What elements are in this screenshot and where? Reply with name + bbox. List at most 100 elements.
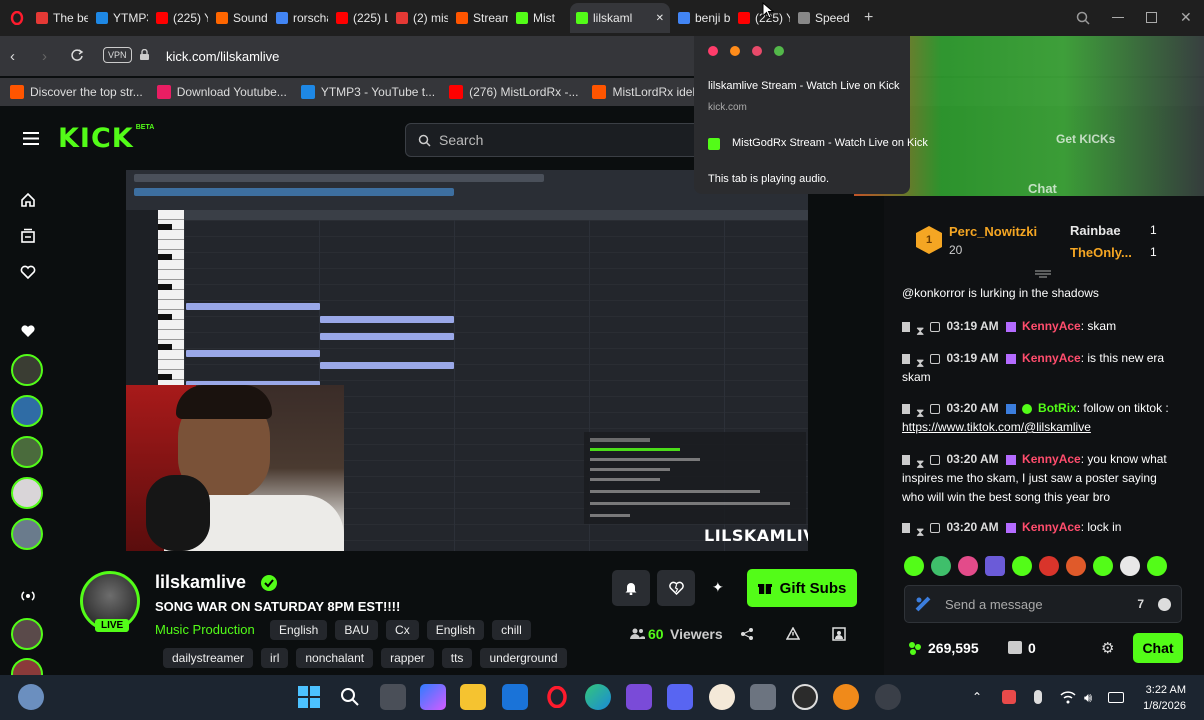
- emote-icon[interactable]: [985, 556, 1005, 576]
- followed-channel-avatar[interactable]: [11, 477, 43, 509]
- browse-icon[interactable]: [14, 222, 42, 250]
- trash-icon[interactable]: [902, 522, 910, 533]
- paint-icon[interactable]: [709, 684, 735, 710]
- emote-icon[interactable]: [1066, 556, 1086, 576]
- extension-icon[interactable]: [915, 596, 931, 612]
- close-tab-icon[interactable]: ✕: [656, 13, 664, 24]
- bookmark-item[interactable]: YTMP3 - YouTube t...: [300, 85, 435, 99]
- popup-other-tab[interactable]: MistGodRx Stream - Watch Live on Kick: [732, 137, 928, 149]
- stream-tag[interactable]: rapper: [381, 648, 434, 668]
- browser-tab[interactable]: benji b: [672, 3, 730, 33]
- reload-icon[interactable]: [70, 48, 84, 62]
- gift-subs-button[interactable]: Gift Subs: [747, 569, 857, 607]
- stream-tag[interactable]: English: [426, 620, 485, 640]
- wifi-icon[interactable]: [1060, 690, 1076, 704]
- outlook-icon[interactable]: [502, 684, 528, 710]
- browser-tab[interactable]: Mist: [510, 3, 568, 33]
- message-user[interactable]: BotRix: [1038, 401, 1077, 415]
- new-tab-button[interactable]: +: [864, 9, 873, 27]
- video-player[interactable]: LILSKAMLIVE: [126, 170, 808, 551]
- browser-tab[interactable]: The best: [30, 3, 88, 33]
- opera-icon[interactable]: [4, 5, 30, 31]
- obs-icon[interactable]: [792, 684, 818, 710]
- timeout-icon[interactable]: ⧗: [916, 404, 924, 420]
- minimize-icon[interactable]: [1112, 17, 1124, 18]
- browser-tab[interactable]: YTMP3: [90, 3, 148, 33]
- url-field[interactable]: kick.com/lilskamlive: [166, 49, 279, 64]
- ban-icon[interactable]: [930, 321, 941, 332]
- search-bar[interactable]: Search: [405, 123, 705, 157]
- emote-icon[interactable]: [958, 556, 978, 576]
- browser-tab[interactable]: (225) Yo: [732, 3, 790, 33]
- stream-tag[interactable]: underground: [480, 648, 567, 668]
- stream-tag[interactable]: BAU: [335, 620, 379, 640]
- stream-tag[interactable]: dailystreamer: [163, 648, 254, 668]
- bookmark-item[interactable]: Discover the top str...: [10, 85, 143, 99]
- emote-icon[interactable]: [1093, 556, 1113, 576]
- browser-tab[interactable]: Speed: [792, 3, 850, 33]
- emote-icon[interactable]: [1120, 556, 1140, 576]
- browser-tab[interactable]: (225) Yo: [150, 3, 208, 33]
- system-tray-chevron-icon[interactable]: ⌃: [972, 690, 982, 704]
- stream-category[interactable]: Music Production: [155, 622, 255, 637]
- trash-icon[interactable]: [902, 321, 910, 332]
- microphone-icon[interactable]: [1034, 690, 1042, 704]
- browser-tab[interactable]: (225) Lil: [330, 3, 388, 33]
- clock-time[interactable]: 3:22 AM: [1136, 684, 1186, 696]
- emote-icon[interactable]: [931, 556, 951, 576]
- followed-channel-avatar[interactable]: [11, 354, 43, 386]
- widgets-icon[interactable]: [18, 684, 44, 710]
- back-arrow-icon[interactable]: ‹: [10, 48, 15, 65]
- message-user[interactable]: KennyAce: [1022, 319, 1081, 333]
- trash-icon[interactable]: [902, 454, 910, 465]
- emoji-picker-icon[interactable]: [1158, 597, 1171, 611]
- keyboard-icon[interactable]: [1108, 692, 1124, 703]
- media-player-icon[interactable]: [875, 684, 901, 710]
- emote-icon[interactable]: [1147, 556, 1167, 576]
- stream-tag[interactable]: Cx: [386, 620, 419, 640]
- trash-icon[interactable]: [902, 403, 910, 414]
- notification-bell-button[interactable]: [612, 570, 650, 606]
- chat-settings-gear-icon[interactable]: ⚙: [1101, 639, 1114, 657]
- report-icon[interactable]: [786, 627, 800, 640]
- discord-icon[interactable]: [667, 684, 693, 710]
- followed-channel-avatar[interactable]: [11, 436, 43, 468]
- forward-arrow-icon[interactable]: ›: [42, 48, 47, 65]
- stream-tag[interactable]: English: [270, 620, 328, 640]
- third-gifter-name[interactable]: TheOnly...: [1070, 245, 1132, 260]
- collapse-leaderboard-icon[interactable]: [1035, 270, 1051, 278]
- bookmark-item[interactable]: (276) MistLordRx -...: [449, 85, 578, 99]
- timeout-icon[interactable]: ⧗: [916, 455, 924, 471]
- fl-studio-icon[interactable]: [833, 684, 859, 710]
- moderation-icon[interactable]: [832, 627, 846, 641]
- edge-icon[interactable]: [585, 684, 611, 710]
- task-view-icon[interactable]: [380, 684, 406, 710]
- following-icon[interactable]: [14, 258, 42, 286]
- stream-tag[interactable]: tts: [441, 648, 473, 668]
- sparkle-icon[interactable]: ✦: [712, 579, 724, 596]
- browser-tab[interactable]: rorschac: [270, 3, 328, 33]
- opera-taskbar-icon[interactable]: [544, 684, 570, 710]
- clock-date[interactable]: 1/8/2026: [1136, 700, 1186, 712]
- chest-icon[interactable]: [1008, 641, 1022, 654]
- stream-tag[interactable]: irl: [261, 648, 289, 668]
- followed-channel-avatar[interactable]: [11, 518, 43, 550]
- emote-icon[interactable]: [1012, 556, 1032, 576]
- share-icon[interactable]: [740, 627, 754, 641]
- ban-icon[interactable]: [930, 454, 941, 465]
- copilot-icon[interactable]: [420, 684, 446, 710]
- message-user[interactable]: KennyAce: [1022, 520, 1081, 534]
- close-window-icon[interactable]: ✕: [1180, 9, 1192, 26]
- start-menu-icon[interactable]: [296, 684, 322, 710]
- ban-icon[interactable]: [930, 353, 941, 364]
- bookmark-item[interactable]: Download Youtube...: [156, 85, 287, 99]
- browser-tab[interactable]: (2) mistl: [390, 3, 448, 33]
- trash-icon[interactable]: [902, 353, 910, 364]
- followed-channel-avatar[interactable]: [11, 395, 43, 427]
- ban-icon[interactable]: [930, 522, 941, 533]
- timeout-icon[interactable]: ⧗: [916, 523, 924, 539]
- channel-name[interactable]: lilskamlive: [155, 572, 246, 593]
- menu-icon[interactable]: [23, 132, 39, 145]
- stream-tag[interactable]: chill: [492, 620, 531, 640]
- timeout-icon[interactable]: ⧗: [916, 322, 924, 338]
